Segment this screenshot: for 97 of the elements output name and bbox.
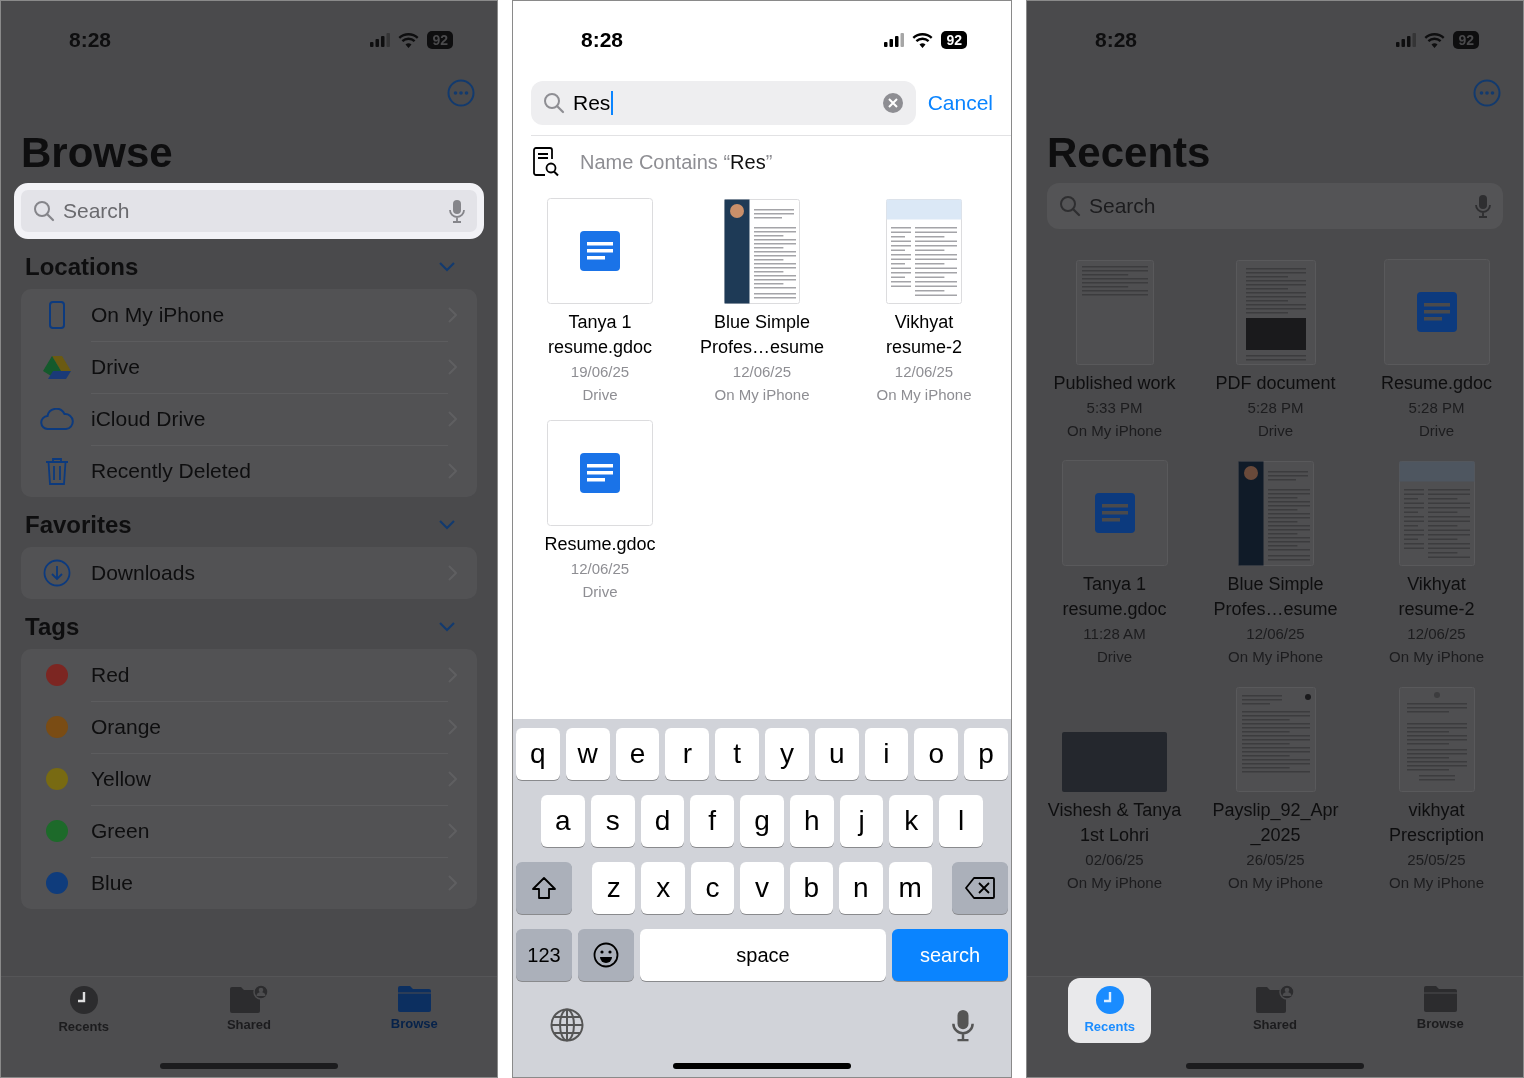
shared-folder-icon — [1256, 985, 1294, 1013]
wifi-icon — [912, 32, 934, 48]
phone-icon — [49, 301, 65, 329]
section-header: Favorites — [25, 511, 132, 539]
keyboard-key[interactable]: v — [740, 862, 784, 914]
signal-icon — [884, 33, 905, 47]
search-icon — [33, 200, 55, 222]
page-title: Browse — [20, 128, 174, 178]
clock-icon — [68, 985, 99, 1015]
folder-icon — [1423, 985, 1457, 1012]
signal-icon — [1396, 33, 1417, 47]
file-date: 19/06/25 — [570, 362, 630, 382]
cloud-icon — [40, 408, 74, 430]
microphone-icon[interactable] — [952, 1008, 974, 1042]
search-icon — [543, 92, 565, 114]
file-name: Tanya 1 resume.gdoc — [547, 311, 653, 359]
microphone-icon[interactable] — [449, 199, 465, 223]
backspace-key[interactable] — [952, 862, 1008, 914]
keyboard-key[interactable]: p — [964, 728, 1008, 780]
keyboard-key[interactable]: k — [889, 795, 934, 847]
numbers-key[interactable]: 123 — [516, 929, 572, 981]
keyboard-key[interactable]: x — [641, 862, 685, 914]
search-suggestion[interactable]: Name Contains “Res” — [580, 150, 773, 174]
keyboard-key[interactable]: w — [565, 728, 610, 780]
file-name: Published work — [1053, 372, 1176, 395]
emoji-icon — [593, 942, 619, 968]
wifi-icon — [1424, 32, 1446, 48]
keyboard-key[interactable]: j — [839, 795, 884, 847]
keyboard-key[interactable]: t — [715, 728, 759, 780]
keyboard-key[interactable]: n — [839, 862, 883, 914]
keyboard-key[interactable]: f — [690, 795, 735, 847]
file-date: 12/06/25 — [732, 362, 792, 382]
section-header: Tags — [25, 613, 80, 641]
file-name: Resume.gdoc — [1380, 372, 1493, 395]
file-date: 12/06/25 — [570, 559, 630, 579]
file-location: Drive — [582, 385, 618, 405]
file-name: Vikhyat resume-2 — [886, 311, 962, 359]
file-name: Blue Simple Profes…esume — [699, 311, 825, 359]
keyboard-key[interactable]: q — [516, 728, 560, 780]
file-date: 12/06/25 — [894, 362, 954, 382]
keyboard-key[interactable]: b — [789, 862, 834, 914]
status-time: 8:28 — [581, 28, 624, 52]
keyboard-key[interactable]: y — [765, 728, 809, 780]
search-field[interactable]: Res — [531, 81, 916, 125]
status-time: 8:28 — [69, 28, 112, 52]
keyboard-key[interactable]: e — [615, 728, 660, 780]
cancel-button[interactable]: Cancel — [927, 91, 993, 115]
file-location: On My iPhone — [876, 385, 972, 405]
keyboard-key[interactable]: o — [914, 728, 959, 780]
document-search-icon — [533, 147, 560, 177]
keyboard-key[interactable]: i — [864, 728, 909, 780]
file-name: Tanya 1 resume.gdoc — [1062, 573, 1167, 621]
status-time: 8:28 — [1095, 28, 1138, 52]
keyboard-key[interactable]: h — [789, 795, 834, 847]
battery-indicator: 92 — [1453, 31, 1479, 49]
wifi-icon — [398, 32, 420, 48]
search-key[interactable]: search — [892, 929, 1008, 981]
folder-icon — [397, 985, 431, 1012]
drive-icon — [43, 355, 71, 379]
emoji-key[interactable] — [578, 929, 634, 981]
shift-key[interactable] — [516, 862, 572, 914]
page-title: Recents — [1046, 128, 1212, 178]
keyboard-key[interactable]: s — [590, 795, 635, 847]
backspace-icon — [965, 877, 995, 899]
keyboard-key[interactable]: g — [740, 795, 784, 847]
keyboard-key[interactable]: r — [665, 728, 710, 780]
search-icon — [1059, 195, 1081, 217]
download-icon — [43, 559, 71, 587]
file-location: Drive — [582, 582, 618, 602]
section-header: Locations — [25, 253, 139, 281]
file-name: Blue Simple Profes…esume — [1213, 573, 1338, 621]
battery-indicator: 92 — [427, 31, 453, 49]
clear-icon[interactable] — [881, 92, 904, 114]
text-cursor — [611, 91, 614, 115]
search-field[interactable]: Search — [14, 183, 484, 239]
keyboard-key[interactable]: a — [541, 795, 585, 847]
file-name: Resume.gdoc — [544, 533, 656, 556]
keyboard-key[interactable]: u — [814, 728, 859, 780]
file-name: PDF document — [1215, 372, 1336, 395]
keyboard-key[interactable]: z — [592, 862, 636, 914]
keyboard-key[interactable]: m — [888, 862, 932, 914]
globe-icon[interactable] — [550, 1008, 584, 1042]
file-name: Vishesh & Tanya 1st Lohri — [1047, 799, 1182, 847]
file-name: Payslip_92_Apr _2025 — [1212, 799, 1339, 848]
keyboard-key[interactable]: d — [640, 795, 685, 847]
trash-icon — [45, 457, 69, 485]
file-location: On My iPhone — [714, 385, 810, 405]
keyboard-key[interactable]: c — [690, 862, 735, 914]
clock-icon — [1094, 985, 1125, 1015]
keyboard-key[interactable]: l — [939, 795, 984, 847]
shared-folder-icon — [230, 985, 268, 1013]
signal-icon — [370, 33, 391, 47]
file-name: vikhyat Prescription — [1388, 799, 1484, 847]
space-key[interactable]: space — [640, 929, 886, 981]
shift-arrow-icon — [531, 876, 557, 900]
battery-indicator: 92 — [941, 31, 967, 49]
file-name: Vikhyat resume-2 — [1398, 573, 1475, 621]
